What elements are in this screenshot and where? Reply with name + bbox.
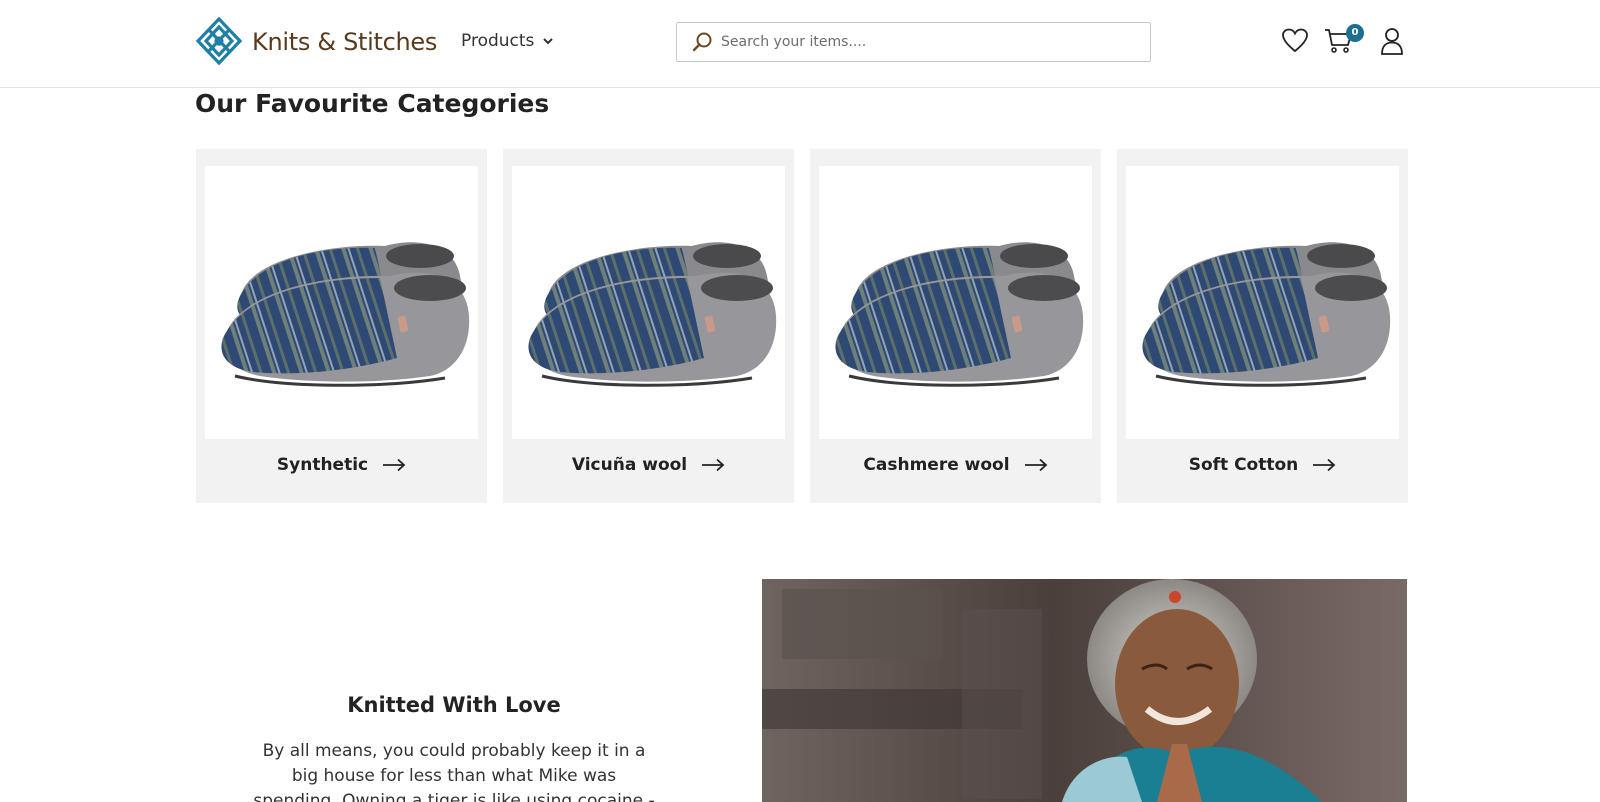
feature-text: By all means, you could probably keep it…: [253, 741, 655, 802]
products-menu-label: Products: [461, 31, 535, 51]
category-image[interactable]: [819, 166, 1092, 439]
slipper-image: [205, 166, 478, 439]
chevron-down-icon: [543, 38, 554, 45]
cart-count-badge: 0: [1346, 24, 1364, 42]
category-label: Vicuña wool: [571, 455, 688, 475]
site-header: Knits & Stitches Products 0: [0, 0, 1600, 88]
category-image[interactable]: [512, 166, 785, 439]
user-icon[interactable]: [1377, 26, 1407, 56]
category-image[interactable]: [1126, 166, 1399, 439]
slipper-image: [819, 166, 1092, 439]
search-icon[interactable]: [691, 31, 713, 53]
category-link[interactable]: Cashmere wool: [810, 455, 1101, 475]
category-card-soft-cotton[interactable]: Soft Cotton: [1117, 149, 1408, 503]
brand-logo[interactable]: Knits & Stitches: [194, 16, 437, 68]
category-label: Synthetic: [276, 455, 369, 475]
search-input[interactable]: [721, 34, 1121, 50]
category-image[interactable]: [205, 166, 478, 439]
category-card-cashmere-wool[interactable]: Cashmere wool: [810, 149, 1101, 503]
feature-photo: [762, 579, 1407, 802]
categories-section-title: Our Favourite Categories: [195, 89, 550, 118]
category-card-synthetic[interactable]: Synthetic: [196, 149, 487, 503]
slipper-image: [512, 166, 785, 439]
arrow-right-icon: [702, 458, 725, 472]
category-label: Cashmere wool: [863, 455, 1010, 475]
category-link[interactable]: Synthetic: [196, 455, 487, 475]
feature-title: Knitted With Love: [347, 693, 561, 717]
slipper-image: [1126, 166, 1399, 439]
arrow-right-icon: [383, 458, 406, 472]
brand-name: Knits & Stitches: [252, 28, 438, 56]
heart-icon[interactable]: [1280, 26, 1310, 56]
knot-logo-icon: [195, 16, 243, 66]
category-link[interactable]: Vicuña wool: [503, 455, 794, 475]
category-label: Soft Cotton: [1188, 455, 1299, 475]
products-menu[interactable]: Products: [461, 31, 554, 51]
arrow-right-icon: [1024, 458, 1047, 472]
category-card-vicuna-wool[interactable]: Vicuña wool: [503, 149, 794, 503]
category-link[interactable]: Soft Cotton: [1117, 455, 1408, 475]
search-box: [676, 22, 1151, 62]
portrait-image: [762, 579, 1407, 802]
arrow-right-icon: [1313, 458, 1336, 472]
